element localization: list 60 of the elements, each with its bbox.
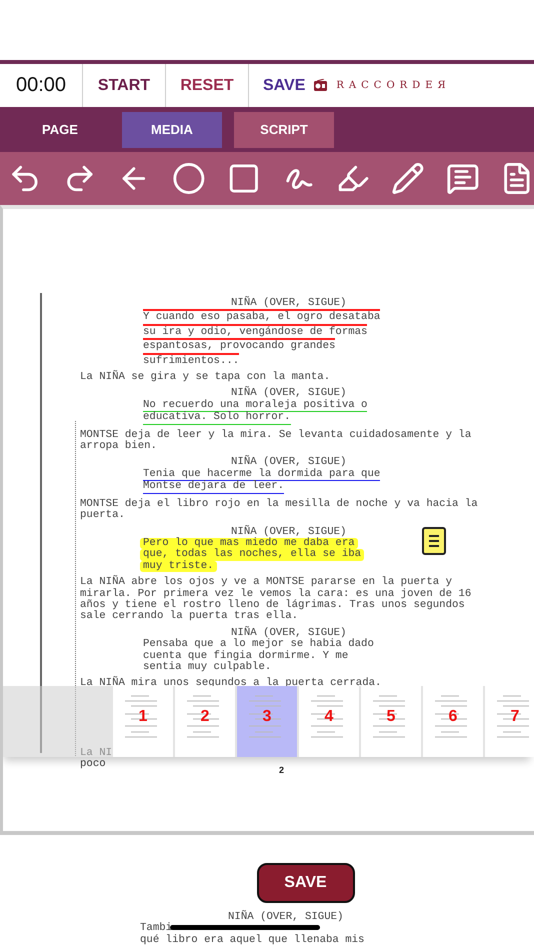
radio-icon <box>313 79 328 92</box>
character-name: NIÑA (OVER, SIGUE) <box>231 628 346 639</box>
character-name: NIÑA (OVER, SIGUE) <box>231 388 346 400</box>
action-line: La NIÑA se gira y se tapa con la manta. <box>80 372 330 384</box>
page-thumbnail[interactable]: 7 <box>485 686 534 757</box>
note-icon[interactable] <box>422 527 446 555</box>
page-number: 2 <box>279 765 284 775</box>
save-button[interactable]: SAVE <box>257 72 312 98</box>
action-line: puerta. <box>80 510 125 522</box>
action-line: sale cerrando la puerta tras ella. <box>80 611 298 623</box>
action-line: años y tiene el rostro lleno de lágrimas. Tras unos segundos <box>80 600 465 611</box>
save-button[interactable]: SAVE <box>256 863 354 903</box>
page-thumbnail[interactable]: 2 <box>175 686 235 757</box>
dialogue-line: qué libro era aquel que llenaba mis <box>140 934 364 946</box>
action-line: La NIÑA abre los ojos y ve a MONTSE pararse en la puerta y <box>80 577 452 588</box>
page-number: 1 <box>138 708 148 726</box>
dialogue-line: Pensaba que a lo mejor se habia dado <box>143 639 374 650</box>
character-name: NIÑA (OVER, SIGUE) <box>231 298 346 310</box>
action-line: arropa bien. <box>80 441 157 452</box>
tab[interactable]: SCRIPT <box>234 112 334 148</box>
page-number: 2 <box>200 708 210 726</box>
page-number: 4 <box>324 708 334 726</box>
dialogue-line: espantosas, provocando grandes <box>143 338 336 353</box>
page-number: 3 <box>262 708 272 726</box>
dialogue-line: sufrimientos... <box>143 352 240 368</box>
page-number: 7 <box>510 708 520 726</box>
dialogue-line: educativa. Solo horror. <box>143 412 291 425</box>
character-name: NIÑA (OVER, SIGUE) <box>228 912 344 924</box>
reset-button[interactable]: RESET <box>174 72 240 98</box>
pencil-icon[interactable] <box>390 161 425 196</box>
dialogue-line: cuenta que fingia dormirme. Y me <box>143 650 348 662</box>
dialogue-line: Tenia que hacerme la dormida para que <box>143 468 380 482</box>
dialogue-line: Pero lo que mas miedo me daba era <box>140 538 358 550</box>
dialogue-line: que, todas las noches, ella se iba <box>140 549 364 561</box>
dialogue-line: Montse dejara de leer. <box>143 481 284 494</box>
page-thumbnail[interactable]: 6 <box>423 686 483 757</box>
timer: 00:00 <box>16 74 66 97</box>
tab[interactable]: PAGE <box>10 112 110 148</box>
action-line: MONTSE deja el libro rojo en la mesilla de noche y va hacia la <box>80 498 478 510</box>
page-thumbnail[interactable]: 1 <box>113 686 173 757</box>
action-line: La NI <box>80 748 112 760</box>
page-thumbnail[interactable]: 5 <box>361 686 421 757</box>
page-number: 5 <box>386 708 396 726</box>
dialogue-line: muy triste. <box>140 560 217 572</box>
action-line: poco <box>80 759 106 771</box>
circle-icon[interactable] <box>172 161 206 196</box>
action-line: mirarla. Por primera vez le vemos la cara: es una joven de 16 <box>80 588 472 600</box>
action-line: MONTSE deja de leer y la mira. Se levanta cuidadosamente y la <box>80 430 472 441</box>
dialogue-line: Tambi <box>140 923 320 935</box>
start-button[interactable]: START <box>92 72 156 98</box>
dialogue-line: sentia muy culpable. <box>143 662 272 674</box>
dialogue-line: Y cuando eso pasaba, el ogro desataba <box>143 309 380 324</box>
character-name: NIÑA (OVER, SIGUE) <box>231 526 346 538</box>
page-thumbnail[interactable]: 4 <box>299 686 359 757</box>
dialogue-line: su ira y odio, vengándose de formas <box>143 324 368 338</box>
logo-text: RACCORDEЯ <box>336 80 451 91</box>
page-number: 6 <box>448 708 458 726</box>
tab[interactable]: MEDIA <box>122 112 222 148</box>
character-name: NIÑA (OVER, SIGUE) <box>231 457 346 468</box>
dialogue-line: No recuerdo una moraleja positiva o <box>143 400 368 412</box>
